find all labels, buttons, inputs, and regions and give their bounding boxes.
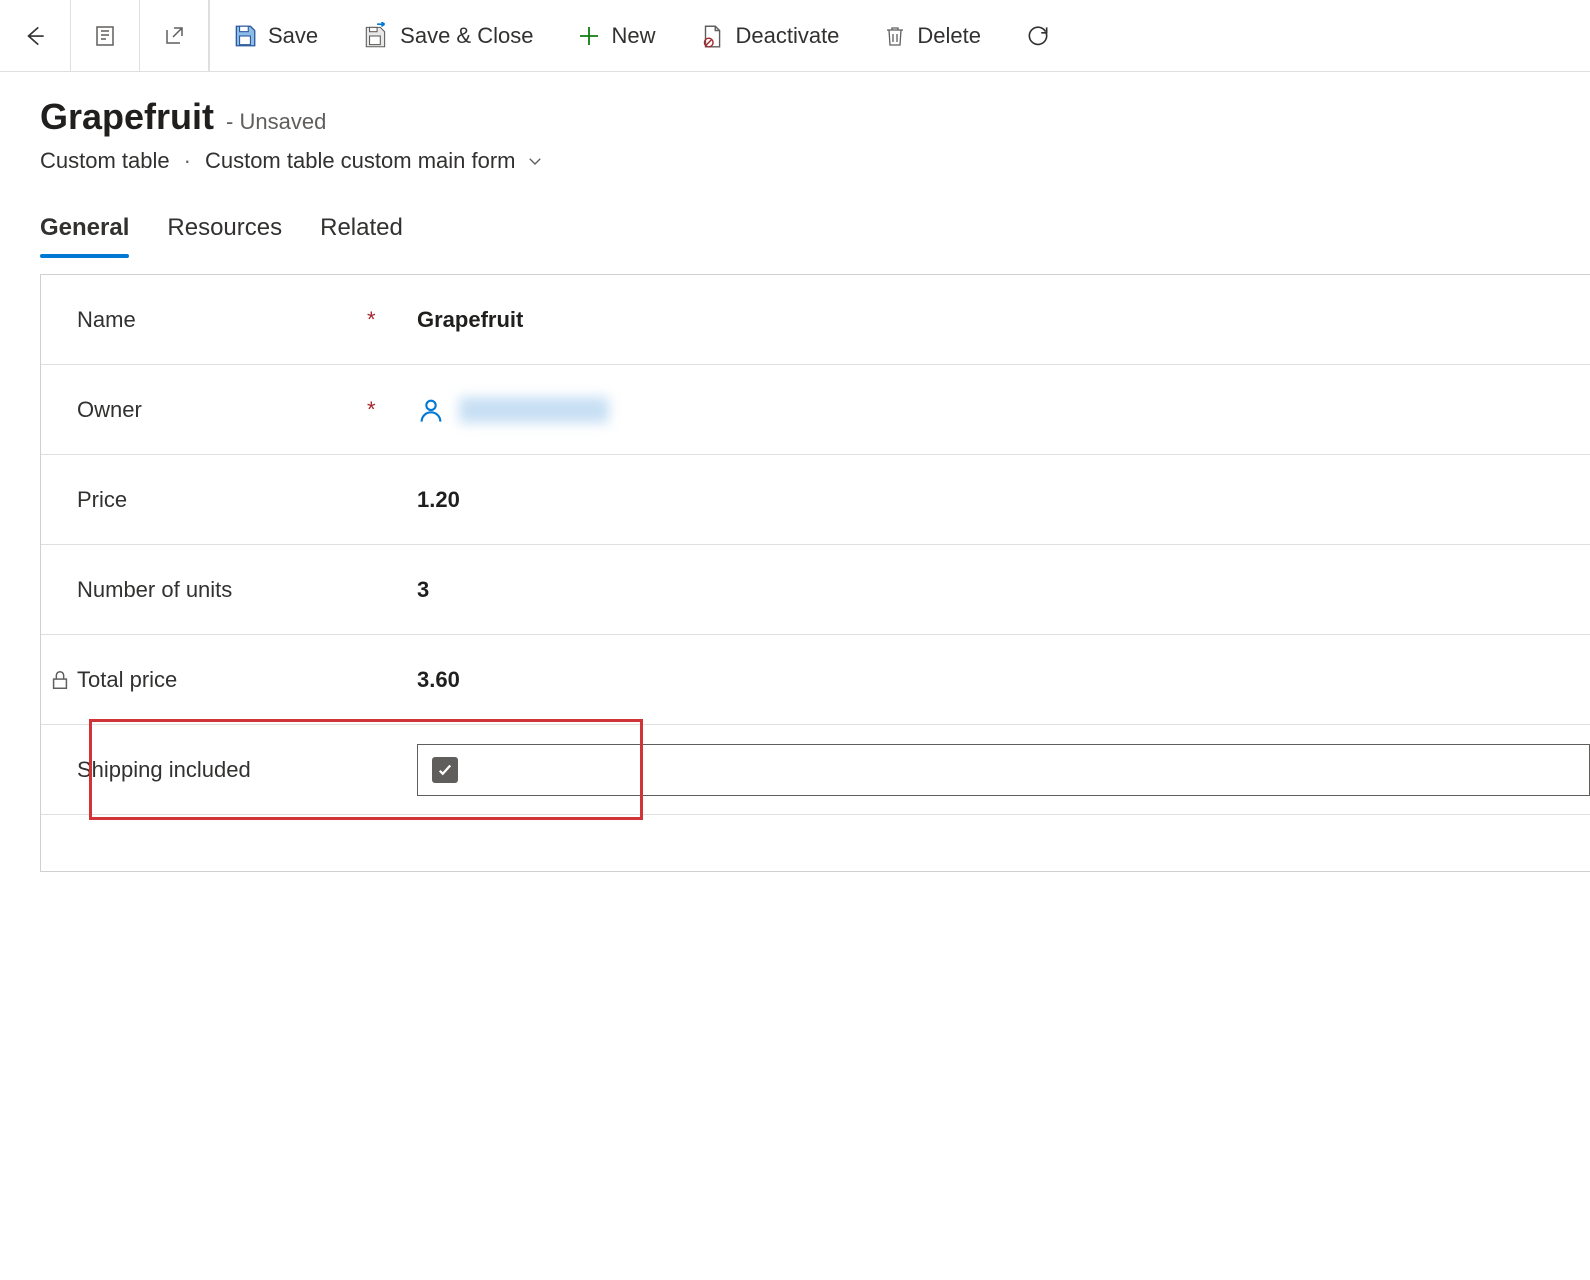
delete-button[interactable]: Delete	[861, 0, 1003, 71]
record-title: Grapefruit	[40, 96, 214, 138]
field-owner-row[interactable]: Owner *	[41, 365, 1590, 455]
required-indicator: *	[367, 307, 417, 333]
field-price-label: Price	[77, 487, 127, 513]
tab-related[interactable]: Related	[320, 214, 403, 256]
tab-general-label: General	[40, 214, 129, 241]
field-units-label: Number of units	[77, 577, 232, 603]
entity-name: Custom table	[40, 148, 170, 174]
field-shipping-label: Shipping included	[77, 757, 251, 783]
popout-icon	[162, 24, 186, 48]
separator-dot: ·	[184, 148, 191, 174]
deactivate-icon	[699, 23, 725, 49]
plus-icon	[577, 24, 601, 48]
field-owner-value[interactable]	[417, 396, 1590, 424]
field-price-row[interactable]: Price 1.20	[41, 455, 1590, 545]
field-units-row[interactable]: Number of units 3	[41, 545, 1590, 635]
form-name: Custom table custom main form	[205, 148, 516, 174]
required-indicator: *	[367, 397, 417, 423]
panel-button[interactable]	[71, 0, 140, 71]
refresh-icon	[1025, 23, 1051, 49]
field-total-row: Total price 3.60	[41, 635, 1590, 725]
save-close-icon	[362, 22, 390, 50]
tabs: General Resources Related	[0, 178, 1590, 256]
checkmark-icon	[436, 761, 454, 779]
tab-resources[interactable]: Resources	[167, 214, 282, 256]
refresh-button[interactable]	[1003, 0, 1073, 71]
tab-resources-label: Resources	[167, 214, 282, 241]
field-name-row[interactable]: Name * Grapefruit	[41, 275, 1590, 365]
field-total-value: 3.60	[417, 667, 1590, 693]
field-name-label: Name	[77, 307, 136, 333]
deactivate-label: Deactivate	[735, 23, 839, 49]
tab-related-label: Related	[320, 214, 403, 241]
shipping-checkbox[interactable]	[432, 757, 458, 783]
field-owner-label: Owner	[77, 397, 142, 423]
save-button[interactable]: Save	[210, 0, 340, 71]
popout-button[interactable]	[140, 0, 209, 71]
form-panel: Name * Grapefruit Owner * Price 1.20 Num…	[40, 274, 1590, 872]
lock-icon	[49, 669, 71, 691]
form-selector[interactable]: Custom table custom main form	[205, 148, 544, 174]
command-bar: Save Save & Close New Deactivate Delete	[0, 0, 1590, 72]
field-price-value[interactable]: 1.20	[417, 487, 1590, 513]
back-arrow-icon	[22, 23, 48, 49]
tab-general[interactable]: General	[40, 214, 129, 256]
new-button[interactable]: New	[555, 0, 677, 71]
shipping-checkbox-container[interactable]	[417, 744, 1590, 796]
save-close-button[interactable]: Save & Close	[340, 0, 555, 71]
form-bottom-space	[41, 815, 1590, 871]
field-shipping-row[interactable]: Shipping included	[41, 725, 1590, 815]
save-close-label: Save & Close	[400, 23, 533, 49]
panel-icon	[93, 24, 117, 48]
trash-icon	[883, 24, 907, 48]
person-icon	[417, 396, 445, 424]
delete-label: Delete	[917, 23, 981, 49]
field-units-value[interactable]: 3	[417, 577, 1590, 603]
record-status: - Unsaved	[226, 109, 326, 135]
save-icon	[232, 23, 258, 49]
field-total-label: Total price	[77, 667, 177, 693]
chevron-down-icon	[526, 152, 544, 170]
save-label: Save	[268, 23, 318, 49]
record-header: Grapefruit - Unsaved Custom table · Cust…	[0, 72, 1590, 178]
deactivate-button[interactable]: Deactivate	[677, 0, 861, 71]
back-button[interactable]	[0, 0, 71, 71]
field-name-value[interactable]: Grapefruit	[417, 307, 1590, 333]
owner-name-blurred	[459, 397, 609, 423]
new-label: New	[611, 23, 655, 49]
